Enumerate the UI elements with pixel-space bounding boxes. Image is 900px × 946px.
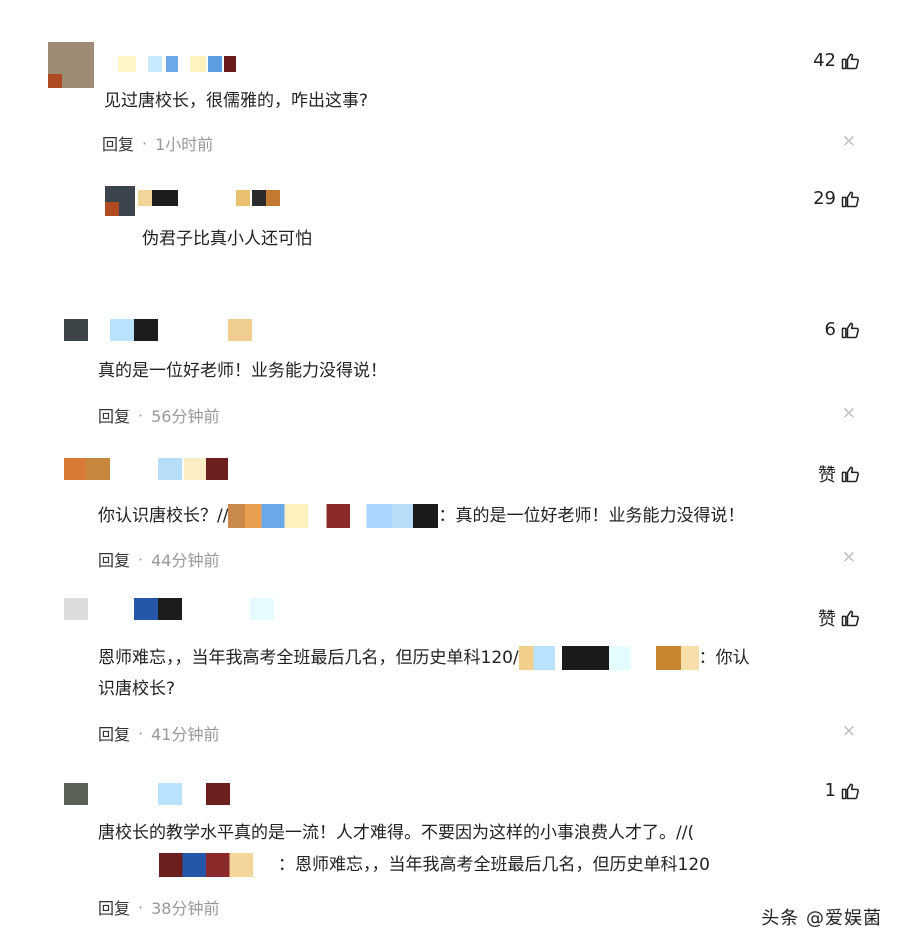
reply-button[interactable]: 回复: [98, 721, 130, 745]
avatar[interactable]: [48, 42, 94, 88]
comment-text: 见过唐校长，很儒雅的，咋出这事?: [104, 91, 369, 111]
separator: ·: [138, 897, 144, 917]
comment-text-line-1: 唐校长的教学水平真的是一流！人才难得。不要因为这样的小事浪费人才了。//(: [98, 823, 695, 843]
comment-text-prefix: 你认识唐校长？//: [98, 506, 229, 526]
comment-text-suffix: ：恩师难忘，，当年我高考全班最后几名，但历史单科120: [278, 855, 710, 875]
comment-text-line-2: 识唐校长?: [98, 679, 176, 699]
mention-redacted[interactable]: [98, 853, 278, 877]
mention-redacted[interactable]: [228, 504, 439, 528]
watermark: 头条 @爱娱菌: [761, 908, 882, 929]
reply-button[interactable]: 回复: [98, 895, 130, 919]
comment-text: 伪君子比真小人还可怕: [142, 229, 312, 249]
separator: ·: [138, 405, 144, 425]
thumbs-up-icon: [840, 781, 860, 801]
thumbs-up-icon: [840, 320, 860, 340]
reply-button[interactable]: 回复: [102, 131, 134, 155]
comment-text-prefix: 恩师难忘，，当年我高考全班最后几名，但历史单科120/: [98, 648, 519, 668]
comment-meta: 回复 · 38分钟前: [98, 895, 219, 919]
close-icon[interactable]: ×: [842, 403, 856, 423]
like-count: 42: [813, 50, 836, 71]
like-count: 6: [824, 319, 836, 340]
like-count: 赞: [818, 609, 836, 630]
timestamp: 38分钟前: [151, 899, 220, 918]
comment-text-line-2: ：恩师难忘，，当年我高考全班最后几名，但历史单科120: [98, 850, 710, 880]
separator: ·: [138, 549, 144, 569]
like-count: 赞: [818, 465, 836, 486]
like-button[interactable]: 1: [825, 780, 860, 801]
thumbs-up-icon: [840, 608, 860, 628]
like-button[interactable]: 赞: [818, 605, 860, 631]
thumbs-up-icon: [840, 464, 860, 484]
like-button[interactable]: 6: [825, 319, 860, 340]
comment-meta: 回复 · 1小时前: [102, 131, 213, 155]
comment-text-line-1: 恩师难忘，，当年我高考全班最后几名，但历史单科120/ ：你认: [98, 643, 750, 673]
avatar[interactable]: [105, 186, 135, 216]
close-icon[interactable]: ×: [842, 131, 856, 151]
like-button[interactable]: 赞: [818, 461, 860, 487]
reply-button[interactable]: 回复: [98, 403, 130, 427]
like-count: 1: [824, 780, 836, 801]
timestamp: 1小时前: [155, 135, 214, 154]
like-button[interactable]: 42: [813, 50, 860, 71]
like-count: 29: [813, 188, 836, 209]
close-icon[interactable]: ×: [842, 721, 856, 741]
comment-text-suffix: ：你认: [698, 648, 750, 668]
comment-text-suffix: ：真的是一位好老师！业务能力没得说！: [438, 506, 745, 526]
comment-meta: 回复 · 56分钟前: [98, 403, 219, 427]
thumbs-up-icon: [840, 189, 860, 209]
comment-meta: 回复 · 44分钟前: [98, 547, 219, 571]
comment-text: 真的是一位好老师！业务能力没得说！: [98, 361, 387, 381]
close-icon[interactable]: ×: [842, 547, 856, 567]
separator: ·: [142, 133, 148, 153]
mention-redacted[interactable]: [518, 646, 699, 670]
thumbs-up-icon: [840, 51, 860, 71]
separator: ·: [138, 723, 144, 743]
comment-text: 你认识唐校长？// ：真的是一位好老师！业务能力没得说！: [98, 501, 744, 531]
comment-meta: 回复 · 41分钟前: [98, 721, 219, 745]
timestamp: 56分钟前: [151, 407, 220, 426]
timestamp: 41分钟前: [151, 725, 220, 744]
timestamp: 44分钟前: [151, 551, 220, 570]
reply-button[interactable]: 回复: [98, 547, 130, 571]
like-button[interactable]: 29: [813, 188, 860, 209]
